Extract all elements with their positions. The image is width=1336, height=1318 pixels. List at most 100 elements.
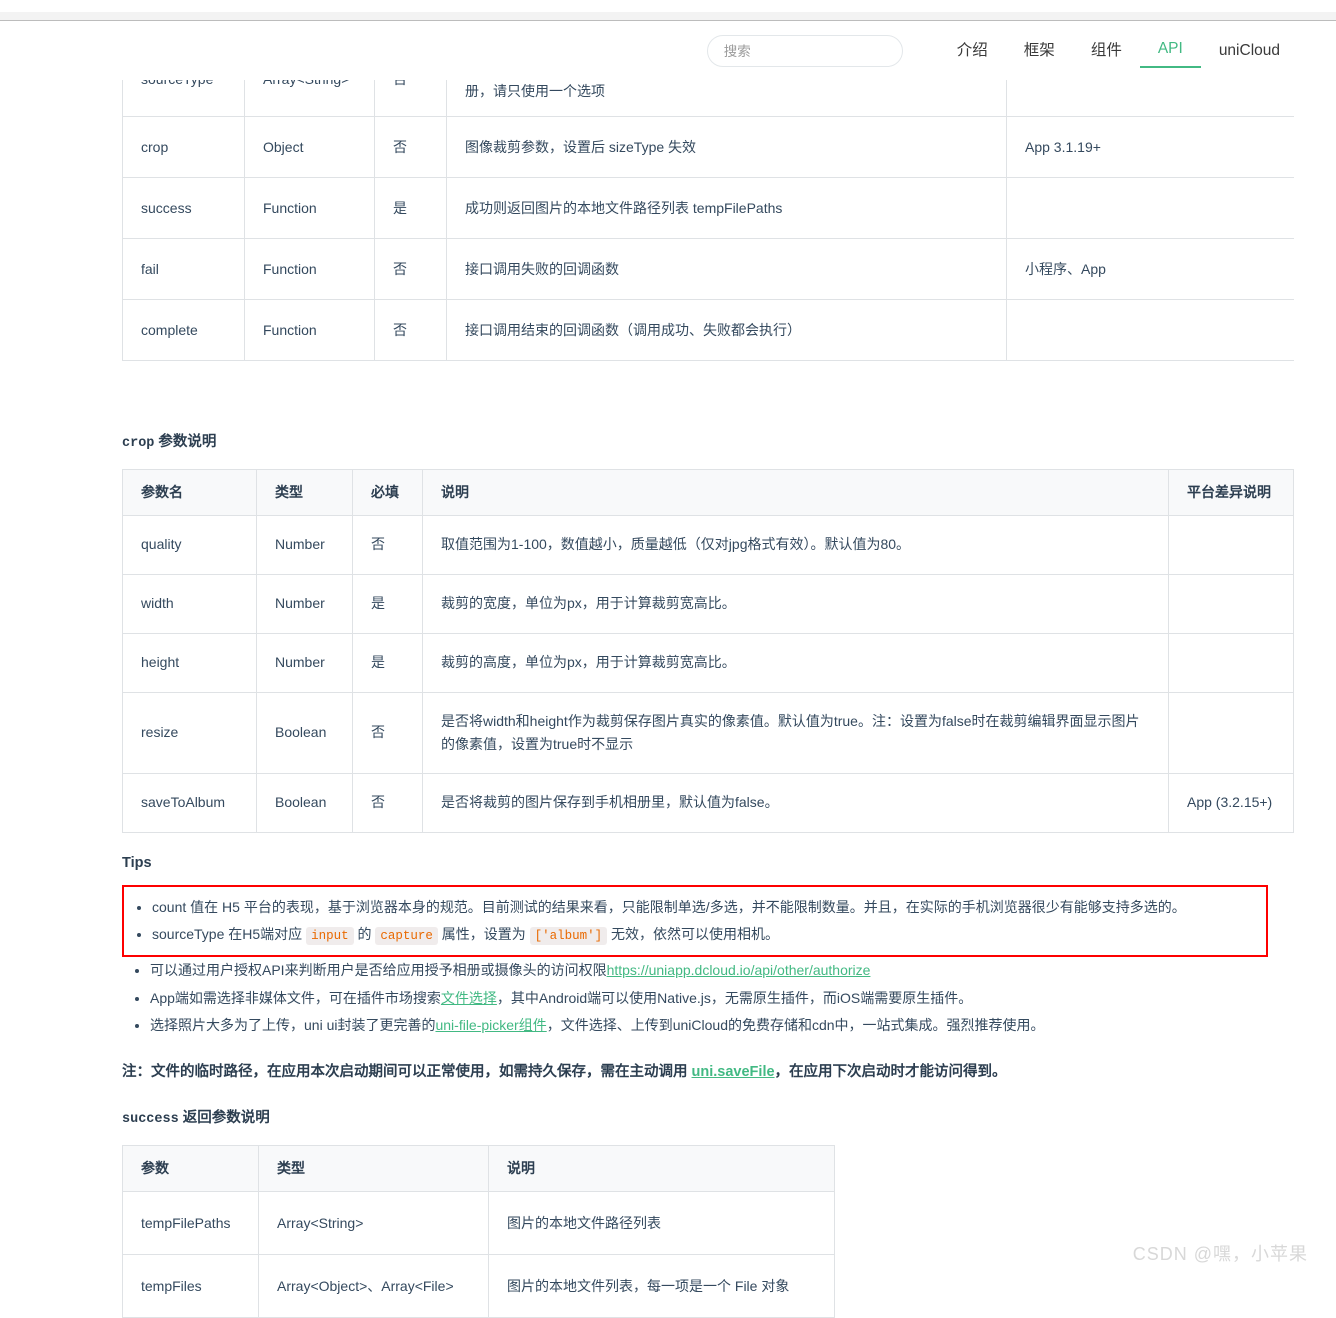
nav-item-api[interactable]: API [1139,34,1201,68]
param-type: Array<String> [258,1191,489,1256]
inline-text: 属性，设置为 [437,925,530,942]
param-type: Number [256,632,353,693]
param-type: Function [244,299,375,362]
doc-content: sourceType Array<String> 否 album 从相册选图，c… [122,80,1302,1318]
param-required: 否 [374,80,447,118]
tips-highlight-box: count 值在 H5 平台的表现，基于浏览器本身的规范。目前测试的结果来看，只… [122,884,1268,958]
param-name: fail [122,238,245,301]
inline-text: sourceType 在H5端对应 [152,925,307,942]
param-type: Boolean [256,691,353,774]
inline-code: ['album'] [529,926,608,945]
list-item: 可以通过用户授权API来判断用户是否给应用授予相册或摄像头的访问权限https:… [150,957,1302,984]
column-header-type: 类型 [258,1145,489,1193]
param-platform [1006,177,1294,240]
param-platform [1168,632,1294,693]
param-required: 是 [374,177,447,240]
search-input[interactable] [706,35,903,67]
param-desc: 是否将裁剪的图片保存到手机相册里，默认值为false。 [422,772,1169,833]
param-type: Number [256,573,353,634]
param-platform [1168,691,1294,774]
param-required: 是 [352,632,423,693]
table-row: success Function 是 成功则返回图片的本地文件路径列表 temp… [122,177,1294,240]
inline-code: input [306,926,354,945]
note-text-after: ，在应用下次启动时才能访问得到。 [774,1064,1007,1081]
param-type: Boolean [256,772,353,833]
column-header-name: 参数名 [122,469,257,516]
table-row: crop Object 否 图像裁剪参数，设置后 sizeType 失效 App… [122,116,1294,179]
param-required: 否 [352,514,423,575]
note-savefile-link[interactable]: uni.saveFile [692,1064,775,1080]
inline-text: App端如需选择非媒体文件，可在插件市场搜索 [150,989,441,1006]
param-required: 是 [352,573,423,634]
param-platform [1006,80,1294,118]
table-row: sourceType Array<String> 否 album 从相册选图，c… [122,80,1294,118]
param-type: Array<String> [244,80,375,118]
main-params-table: sourceType Array<String> 否 album 从相册选图，c… [122,80,1294,362]
column-header-required: 必填 [352,469,423,516]
nav-item-framework[interactable]: 框架 [1006,36,1073,66]
table-row: resize Boolean 否 是否将width和height作为裁剪保存图片… [122,691,1294,774]
nav-item-intro[interactable]: 介绍 [939,36,1006,66]
list-item: App端如需选择非媒体文件，可在插件市场搜索文件选择，其中Android端可以使… [150,985,1302,1012]
param-name: crop [122,116,245,179]
main-params-table-wrapper: sourceType Array<String> 否 album 从相册选图，c… [122,80,1294,408]
param-required: 否 [352,772,423,833]
param-desc: 接口调用结束的回调函数（调用成功、失败都会执行） [446,299,1007,362]
param-name: resize [122,691,257,774]
param-name: sourceType [122,80,245,118]
table-row: width Number 是 裁剪的宽度，单位为px，用于计算裁剪宽高比。 [122,573,1294,634]
column-header-param: 参数 [122,1145,259,1193]
param-required: 否 [352,691,423,774]
page-root: 介绍 框架 组件 API uniCloud sourceType Array<S… [0,0,1336,1318]
note-text-before: 注：文件的临时路径，在应用本次启动期间可以正常使用，如需持久保存，需在主动调用 [122,1064,692,1081]
crop-section-title-text: 参数说明 [154,434,217,450]
tips-highlighted-list: count 值在 H5 平台的表现，基于浏览器本身的规范。目前测试的结果来看，只… [124,894,1266,949]
crop-params-table: 参数名 类型 必填 说明 平台差异说明 quality Number 否 取值范… [122,469,1294,833]
list-item: count 值在 H5 平台的表现，基于浏览器本身的规范。目前测试的结果来看，只… [152,894,1266,921]
param-name: saveToAlbum [122,772,257,833]
column-header-desc: 说明 [488,1145,835,1193]
browser-top-strip [0,12,1336,21]
param-name: success [122,177,245,240]
table-row: quality Number 否 取值范围为1-100，数值越小，质量越低（仅对… [122,514,1294,575]
param-name: width [122,573,257,634]
table-row: complete Function 否 接口调用结束的回调函数（调用成功、失败都… [122,299,1294,362]
param-platform: 小程序、App [1006,238,1294,301]
inline-text: ，其中Android端可以使用Native.js，无需原生插件，而iOS端需要原… [496,989,973,1006]
param-name: quality [122,514,257,575]
nav-item-unicloud[interactable]: uniCloud [1201,36,1298,66]
param-name: height [122,632,257,693]
platform-app-version: App (3.2.15+) [1187,794,1273,811]
param-desc: 图片的本地文件列表，每一项是一个 File 对象 [488,1254,835,1318]
list-item: sourceType 在H5端对应 input 的 capture 属性，设置为… [152,921,1266,948]
param-required: 否 [374,238,447,301]
inline-text: 选择照片大多为了上传，uni ui封装了更完善的 [150,1016,436,1033]
param-desc: 成功则返回图片的本地文件路径列表 tempFilePaths [446,177,1007,240]
param-type: Object [244,116,375,179]
inline-link[interactable]: uni-file-picker组件 [435,1017,546,1033]
inline-link[interactable]: 文件选择 [441,990,497,1006]
param-desc: 是否将width和height作为裁剪保存图片真实的像素值。默认值为true。注… [422,691,1169,774]
param-type: Number [256,514,353,575]
table-row: saveToAlbum Boolean 否 是否将裁剪的图片保存到手机相册里，默… [122,772,1294,833]
param-required: 否 [374,116,447,179]
inline-text: 可以通过用户授权API来判断用户是否给应用授予相册或摄像头的访问权限 [150,962,607,979]
success-return-table: 参数 类型 说明 tempFilePaths Array<String> 图片的… [122,1145,835,1318]
inline-text: ，文件选择、上传到uniCloud的免费存储和cdn中，一站式集成。强烈推荐使用… [546,1016,1045,1033]
param-platform [1168,573,1294,634]
inline-link[interactable]: https://uniapp.dcloud.io/api/other/autho… [607,962,871,978]
param-desc: 裁剪的高度，单位为px，用于计算裁剪宽高比。 [422,632,1169,693]
param-platform: App (3.2.15+) [1168,772,1294,833]
param-type: Array<Object>、Array<File> [258,1254,489,1318]
success-section-title-text: 返回参数说明 [178,1110,270,1127]
inline-text: count 值在 H5 平台的表现，基于浏览器本身的规范。目前测试的结果来看，只… [152,898,1186,915]
param-type: Function [244,177,375,240]
inline-text: 无效，依然可以使用相机。 [607,925,780,942]
main-nav: 介绍 框架 组件 API uniCloud [939,34,1298,68]
nav-item-components[interactable]: 组件 [1073,36,1140,66]
crop-section-title: crop 参数说明 [122,430,1302,451]
tips-other-list: 可以通过用户授权API来判断用户是否给应用授予相册或摄像头的访问权限https:… [122,957,1302,1039]
inline-text: 的 [353,925,376,942]
success-section-title: success 返回参数说明 [122,1106,1302,1127]
param-desc: 取值范围为1-100，数值越小，质量越低（仅对jpg格式有效）。默认值为80。 [422,514,1169,575]
